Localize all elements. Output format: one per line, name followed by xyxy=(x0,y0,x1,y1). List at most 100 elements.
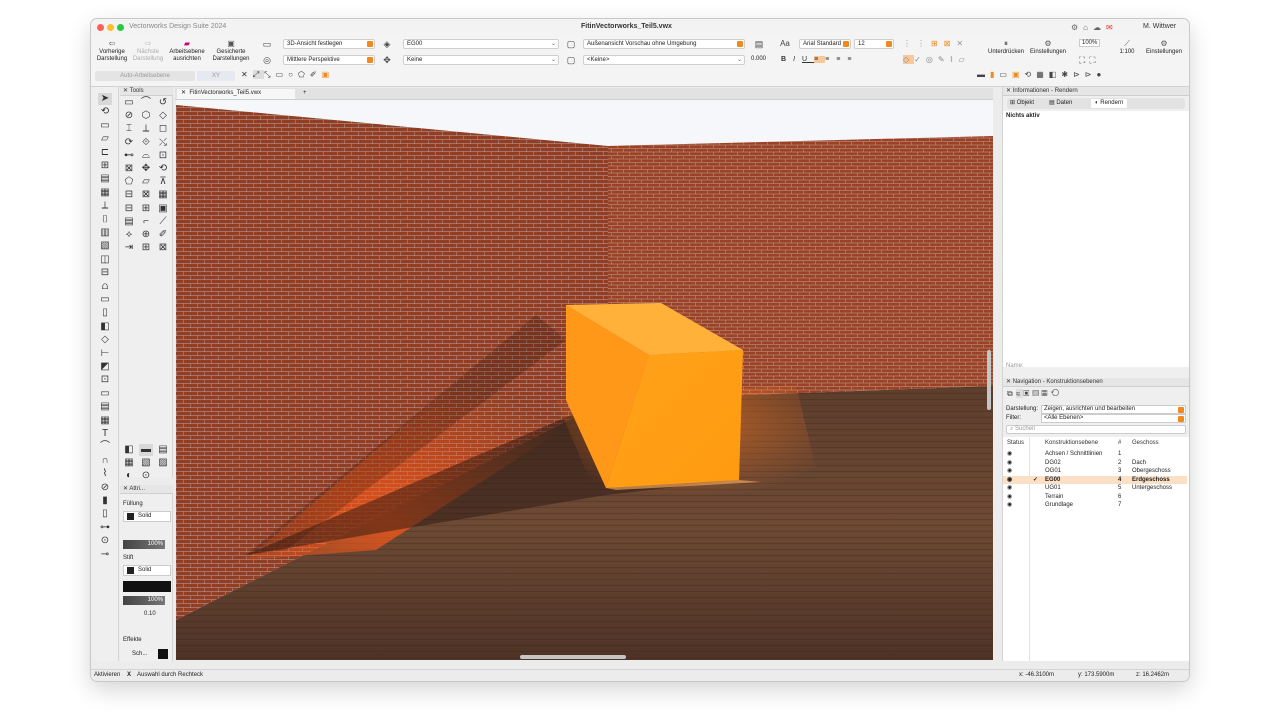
tab-data[interactable]: ▤ Daten xyxy=(1049,99,1072,108)
tool-icon[interactable]: ⟲ xyxy=(156,163,170,175)
basic-tool-icon[interactable]: ⊘ xyxy=(98,482,112,494)
text-format-buttons[interactable]: BIU≡≡≡≡ xyxy=(781,56,858,63)
basic-tool-icon[interactable]: ∩ xyxy=(98,455,112,467)
basic-tool-icon[interactable]: ▯ xyxy=(98,508,112,520)
tool-icon[interactable]: ⊠ xyxy=(139,189,153,201)
tool-icon[interactable]: ◇ xyxy=(156,110,170,122)
sheet-icon[interactable]: ▦ xyxy=(1041,389,1050,398)
tool-icon[interactable]: ⊡ xyxy=(156,150,170,162)
view-mode-buttons[interactable]: ▬▮▭▣⟲▦◧✱⊳⊳● xyxy=(977,70,1106,79)
basic-tool-icon[interactable]: ⊏ xyxy=(98,147,112,159)
underline-icon[interactable]: U xyxy=(802,56,814,63)
tool-icon[interactable]: ⌓ xyxy=(139,150,153,162)
basic-tool-icon[interactable]: ⊞ xyxy=(98,160,112,172)
effects-dropdown[interactable]: Sch... xyxy=(132,651,147,657)
basic-tool-icon[interactable]: ▯ xyxy=(98,307,112,319)
layer-row[interactable]: ◉ Achsen / Schnittlinien 1 xyxy=(1003,450,1187,459)
tool-icon[interactable]: ⊷ xyxy=(122,150,136,162)
toolset-icon[interactable]: ▤ xyxy=(156,444,170,456)
basic-tool-icon[interactable]: ⊡ xyxy=(98,374,112,386)
close-window-button[interactable] xyxy=(97,24,104,31)
pen-style-dropdown[interactable]: Solid xyxy=(123,565,171,576)
home-icon[interactable]: ⌂ xyxy=(1083,23,1093,32)
layer-dropdown[interactable]: EG00 ⌄ xyxy=(403,39,559,49)
toolset-icon[interactable]: ▦ xyxy=(122,457,136,469)
class-icon[interactable]: ▣ xyxy=(1023,389,1032,398)
user-name[interactable]: M. Wittwer xyxy=(1143,23,1176,30)
tool-icon[interactable]: ▭ xyxy=(122,97,136,109)
fit-icons[interactable]: ⛶⛶ xyxy=(1079,55,1100,66)
tool-icon[interactable]: ⟐ xyxy=(139,137,153,149)
tool-icon[interactable]: ⊟ xyxy=(122,203,136,215)
ref-icon[interactable]: ⟲ xyxy=(1051,389,1063,398)
font-size-dropdown[interactable]: 12 xyxy=(854,39,894,49)
next-view-button[interactable]: ⇨ Nächste Darstellung xyxy=(131,40,165,63)
tool-icon[interactable]: ⊘ xyxy=(122,110,136,122)
basic-tool-icon[interactable]: ▱ xyxy=(98,133,112,145)
zoom-window-button[interactable] xyxy=(117,24,124,31)
basic-tool-icon[interactable]: ▥ xyxy=(98,227,112,239)
previous-view-button[interactable]: ⇦ Vorherige Darstellung xyxy=(95,40,129,63)
toolset-icon[interactable]: ◧ xyxy=(122,444,136,456)
basic-tool-icon[interactable]: ▤ xyxy=(98,173,112,185)
basic-tool-icon[interactable]: ⩍ xyxy=(98,281,112,293)
tab-document[interactable]: ✕ FitinVectorworks_Teil5.vwx xyxy=(177,89,295,99)
align-right-icon[interactable]: ≡ xyxy=(836,56,847,63)
basic-tool-icon[interactable]: ▮ xyxy=(98,495,112,507)
tab-render[interactable]: ◐ Rendern xyxy=(1091,99,1128,108)
nav-mode-icons[interactable]: ⧉≋▣▨▦⟲ xyxy=(1007,389,1062,399)
toolset-icon[interactable]: ◐ xyxy=(122,470,136,482)
value-field[interactable]: 0.000 xyxy=(751,56,766,62)
plane-mode-button[interactable]: XY xyxy=(197,71,235,81)
titlebar-icons[interactable]: ⚙⌂☁✉ xyxy=(1071,23,1118,32)
basic-tool-icon[interactable]: ▤ xyxy=(98,401,112,413)
tool-icon[interactable]: ⟳ xyxy=(122,137,136,149)
tool-icon[interactable]: ⌶ xyxy=(122,123,136,135)
tool-icon[interactable]: ▤ xyxy=(122,216,136,228)
tool-icon[interactable]: ⊞ xyxy=(139,242,153,254)
mode-buttons[interactable]: ✕⤢⤡▭○⬠✐▣ xyxy=(241,70,334,80)
tool-icon[interactable]: ⊠ xyxy=(122,163,136,175)
tool-icon[interactable]: ▦ xyxy=(156,189,170,201)
bold-icon[interactable]: B xyxy=(781,56,793,63)
layer-search-input[interactable]: ⌕ Suchen xyxy=(1006,425,1186,434)
basic-tool-icon[interactable]: ▦ xyxy=(98,187,112,199)
visibility-eye-icon[interactable]: ◉ xyxy=(1007,484,1012,492)
pen-opacity-slider[interactable]: 100% xyxy=(123,596,165,605)
basic-tool-icon[interactable]: ⊟ xyxy=(98,267,112,279)
minimize-window-button[interactable] xyxy=(107,24,114,31)
visibility-eye-icon[interactable]: ◉ xyxy=(1007,501,1012,509)
layer-row[interactable]: ◉ DG02 2 Dach xyxy=(1003,459,1187,468)
basic-tool-icon[interactable]: ▭ xyxy=(98,294,112,306)
render-mode-dropdown[interactable]: Außenansicht Vorschau ohne Umgebung xyxy=(583,39,745,49)
toolset-icon[interactable]: ▬ xyxy=(139,444,153,456)
basic-tool-icon[interactable]: ◩ xyxy=(98,361,112,373)
ruler-icon[interactable]: ▤ xyxy=(753,39,765,49)
italic-icon[interactable]: I xyxy=(793,56,802,63)
render-sub-dropdown[interactable]: <Keine> ⌄ xyxy=(583,55,745,65)
settings-button-2[interactable]: ⚙ Einstellungen xyxy=(1143,40,1185,56)
visibility-eye-icon[interactable]: ◉ xyxy=(1007,459,1012,467)
tool-icon[interactable]: ▣ xyxy=(156,203,170,215)
basic-tool-icon[interactable]: ◇ xyxy=(98,334,112,346)
tab-object[interactable]: ⊞ Objekt xyxy=(1010,99,1034,108)
basic-tool-icon[interactable]: ◧ xyxy=(98,321,112,333)
tool-icon[interactable]: ⬡ xyxy=(139,110,153,122)
basic-tool-icon[interactable]: ⌇ xyxy=(98,468,112,480)
basic-tool-icon[interactable]: ▭ xyxy=(98,120,112,132)
snap-buttons[interactable]: ⋮⋮⊞⊠✕ xyxy=(903,39,969,48)
layers-icon[interactable]: ⧉ xyxy=(1007,389,1016,398)
tool-icon[interactable]: ↺ xyxy=(156,97,170,109)
class-dropdown[interactable]: Keine ⌄ xyxy=(403,55,559,65)
new-tab-button[interactable]: + xyxy=(303,89,307,98)
vertical-scrollbar[interactable] xyxy=(987,350,991,410)
tool-icon[interactable]: ⟋ xyxy=(156,216,170,228)
basic-tool-icon[interactable]: ▭ xyxy=(98,388,112,400)
view-3d-dropdown[interactable]: 3D-Ansicht festlegen xyxy=(283,39,375,49)
tool-icon[interactable]: ⬠ xyxy=(122,176,136,188)
visibility-eye-icon[interactable]: ◉ xyxy=(1007,493,1012,501)
tool-icon[interactable]: ⊼ xyxy=(156,176,170,188)
fill-opacity-slider[interactable]: 100% xyxy=(123,540,165,549)
tool-icon[interactable]: ⊞ xyxy=(139,203,153,215)
mail-icon[interactable]: ✉ xyxy=(1106,23,1118,32)
